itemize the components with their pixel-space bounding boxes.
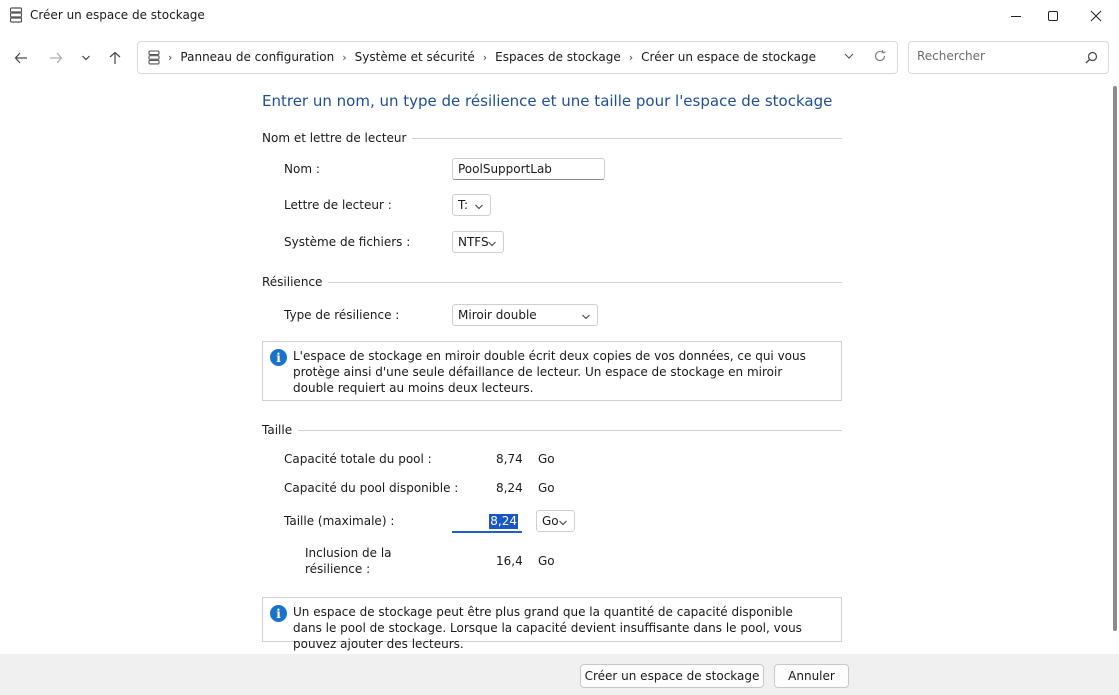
total-capacity-unit: Go xyxy=(538,452,555,466)
total-capacity-label: Capacité totale du pool : xyxy=(284,452,432,466)
available-capacity-unit: Go xyxy=(538,481,555,495)
resilience-inclusion-label-line2: résilience : xyxy=(305,562,371,576)
breadcrumb-item-create-storage-space[interactable]: Créer un espace de stockage xyxy=(641,50,816,64)
refresh-button[interactable] xyxy=(873,49,887,66)
section-divider xyxy=(262,430,842,431)
info-icon: i xyxy=(270,349,287,366)
chevron-down-icon xyxy=(474,201,484,215)
size-section-header: Taille xyxy=(262,423,842,437)
arrow-right-icon xyxy=(50,52,63,64)
available-capacity-label: Capacité du pool disponible : xyxy=(284,481,459,495)
section-title: Nom et lettre de lecteur xyxy=(262,131,413,145)
address-dropdown-button[interactable] xyxy=(843,50,855,65)
search-input[interactable] xyxy=(917,49,1077,63)
drive-letter-value: T: xyxy=(458,198,469,212)
available-capacity-value: 8,24 xyxy=(496,481,523,495)
name-section-header: Nom et lettre de lecteur xyxy=(262,131,842,145)
chevron-right-icon[interactable]: › xyxy=(342,51,346,64)
address-bar[interactable]: › Panneau de configuration › Système et … xyxy=(137,41,898,74)
filesystem-value: NTFS xyxy=(458,235,489,249)
refresh-icon xyxy=(874,50,886,62)
chevron-right-icon[interactable]: › xyxy=(629,51,633,64)
drive-letter-label: Lettre de lecteur : xyxy=(284,198,392,212)
section-title: Taille xyxy=(262,423,299,437)
max-size-input[interactable]: 8,24 xyxy=(452,511,522,533)
breadcrumb-item-system-security[interactable]: Système et sécurité xyxy=(355,50,475,64)
section-title: Résilience xyxy=(262,275,329,289)
up-button[interactable] xyxy=(103,46,127,70)
info-icon: i xyxy=(270,605,287,622)
chevron-down-icon xyxy=(558,517,568,531)
minimize-icon xyxy=(1011,15,1021,17)
max-size-label: Taille (maximale) : xyxy=(284,514,395,528)
cancel-button[interactable]: Annuler xyxy=(774,664,849,688)
max-size-unit-select[interactable]: Go xyxy=(536,510,575,532)
chevron-down-icon xyxy=(581,311,591,325)
forward-button[interactable] xyxy=(44,46,68,70)
close-icon xyxy=(1090,10,1102,21)
recent-locations-button[interactable] xyxy=(74,46,98,70)
total-capacity-value: 8,74 xyxy=(496,452,523,466)
vertical-scrollbar[interactable] xyxy=(1113,86,1117,631)
breadcrumb-item-storage-spaces[interactable]: Espaces de stockage xyxy=(495,50,621,64)
size-info-box: i Un espace de stockage peut être plus g… xyxy=(262,597,842,651)
max-size-unit-value: Go xyxy=(542,514,559,528)
window-title: Créer un espace de stockage xyxy=(30,8,205,22)
main-content: Entrer un nom, un type de résilience et … xyxy=(0,84,1119,654)
resilience-type-select[interactable]: Miroir double xyxy=(452,304,598,326)
resilience-type-label: Type de résilience : xyxy=(284,308,400,322)
resilience-inclusion-unit: Go xyxy=(538,554,555,568)
resilience-inclusion-value: 16,4 xyxy=(496,554,523,568)
arrow-up-icon xyxy=(109,51,121,64)
storage-spaces-icon xyxy=(9,7,23,23)
back-button[interactable] xyxy=(9,46,33,70)
drive-letter-select[interactable]: T: xyxy=(452,194,491,216)
title-bar: Créer un espace de stockage xyxy=(0,0,1119,31)
resilience-section-header: Résilience xyxy=(262,275,842,289)
storage-spaces-icon xyxy=(148,50,160,68)
chevron-right-icon: › xyxy=(168,50,173,64)
filesystem-select[interactable]: NTFS xyxy=(452,231,504,253)
chevron-down-icon xyxy=(844,53,854,59)
search-box[interactable] xyxy=(908,41,1109,74)
breadcrumb: › Panneau de configuration › Système et … xyxy=(168,50,816,64)
page-title: Entrer un nom, un type de résilience et … xyxy=(262,92,833,110)
resilience-info-box: i L'espace de stockage en miroir double … xyxy=(262,341,842,401)
size-info-text: Un espace de stockage peut être plus gra… xyxy=(293,605,802,651)
chevron-right-icon[interactable]: › xyxy=(483,51,487,64)
name-label: Nom : xyxy=(284,162,320,176)
chevron-down-icon xyxy=(487,238,497,252)
maximize-button[interactable] xyxy=(1030,0,1076,31)
resilience-info-text: L'espace de stockage en miroir double éc… xyxy=(293,349,806,395)
maximize-icon xyxy=(1048,10,1058,21)
search-icon[interactable] xyxy=(1085,51,1098,67)
chevron-down-icon xyxy=(82,55,90,61)
navigation-bar: › Panneau de configuration › Système et … xyxy=(0,31,1119,84)
section-divider xyxy=(262,282,842,283)
breadcrumb-item-control-panel[interactable]: Panneau de configuration xyxy=(180,50,334,64)
max-size-value: 8,24 xyxy=(489,514,518,529)
name-field-value: PoolSupportLab xyxy=(458,162,552,176)
name-field[interactable]: PoolSupportLab xyxy=(452,158,605,180)
footer-bar: Créer un espace de stockage Annuler xyxy=(0,654,1119,695)
create-storage-space-button[interactable]: Créer un espace de stockage xyxy=(580,664,764,688)
resilience-inclusion-label-line1: Inclusion de la xyxy=(305,546,392,560)
resilience-type-value: Miroir double xyxy=(458,308,537,322)
filesystem-label: Système de fichiers : xyxy=(284,235,411,249)
close-button[interactable] xyxy=(1073,0,1119,31)
arrow-left-icon xyxy=(14,52,27,64)
